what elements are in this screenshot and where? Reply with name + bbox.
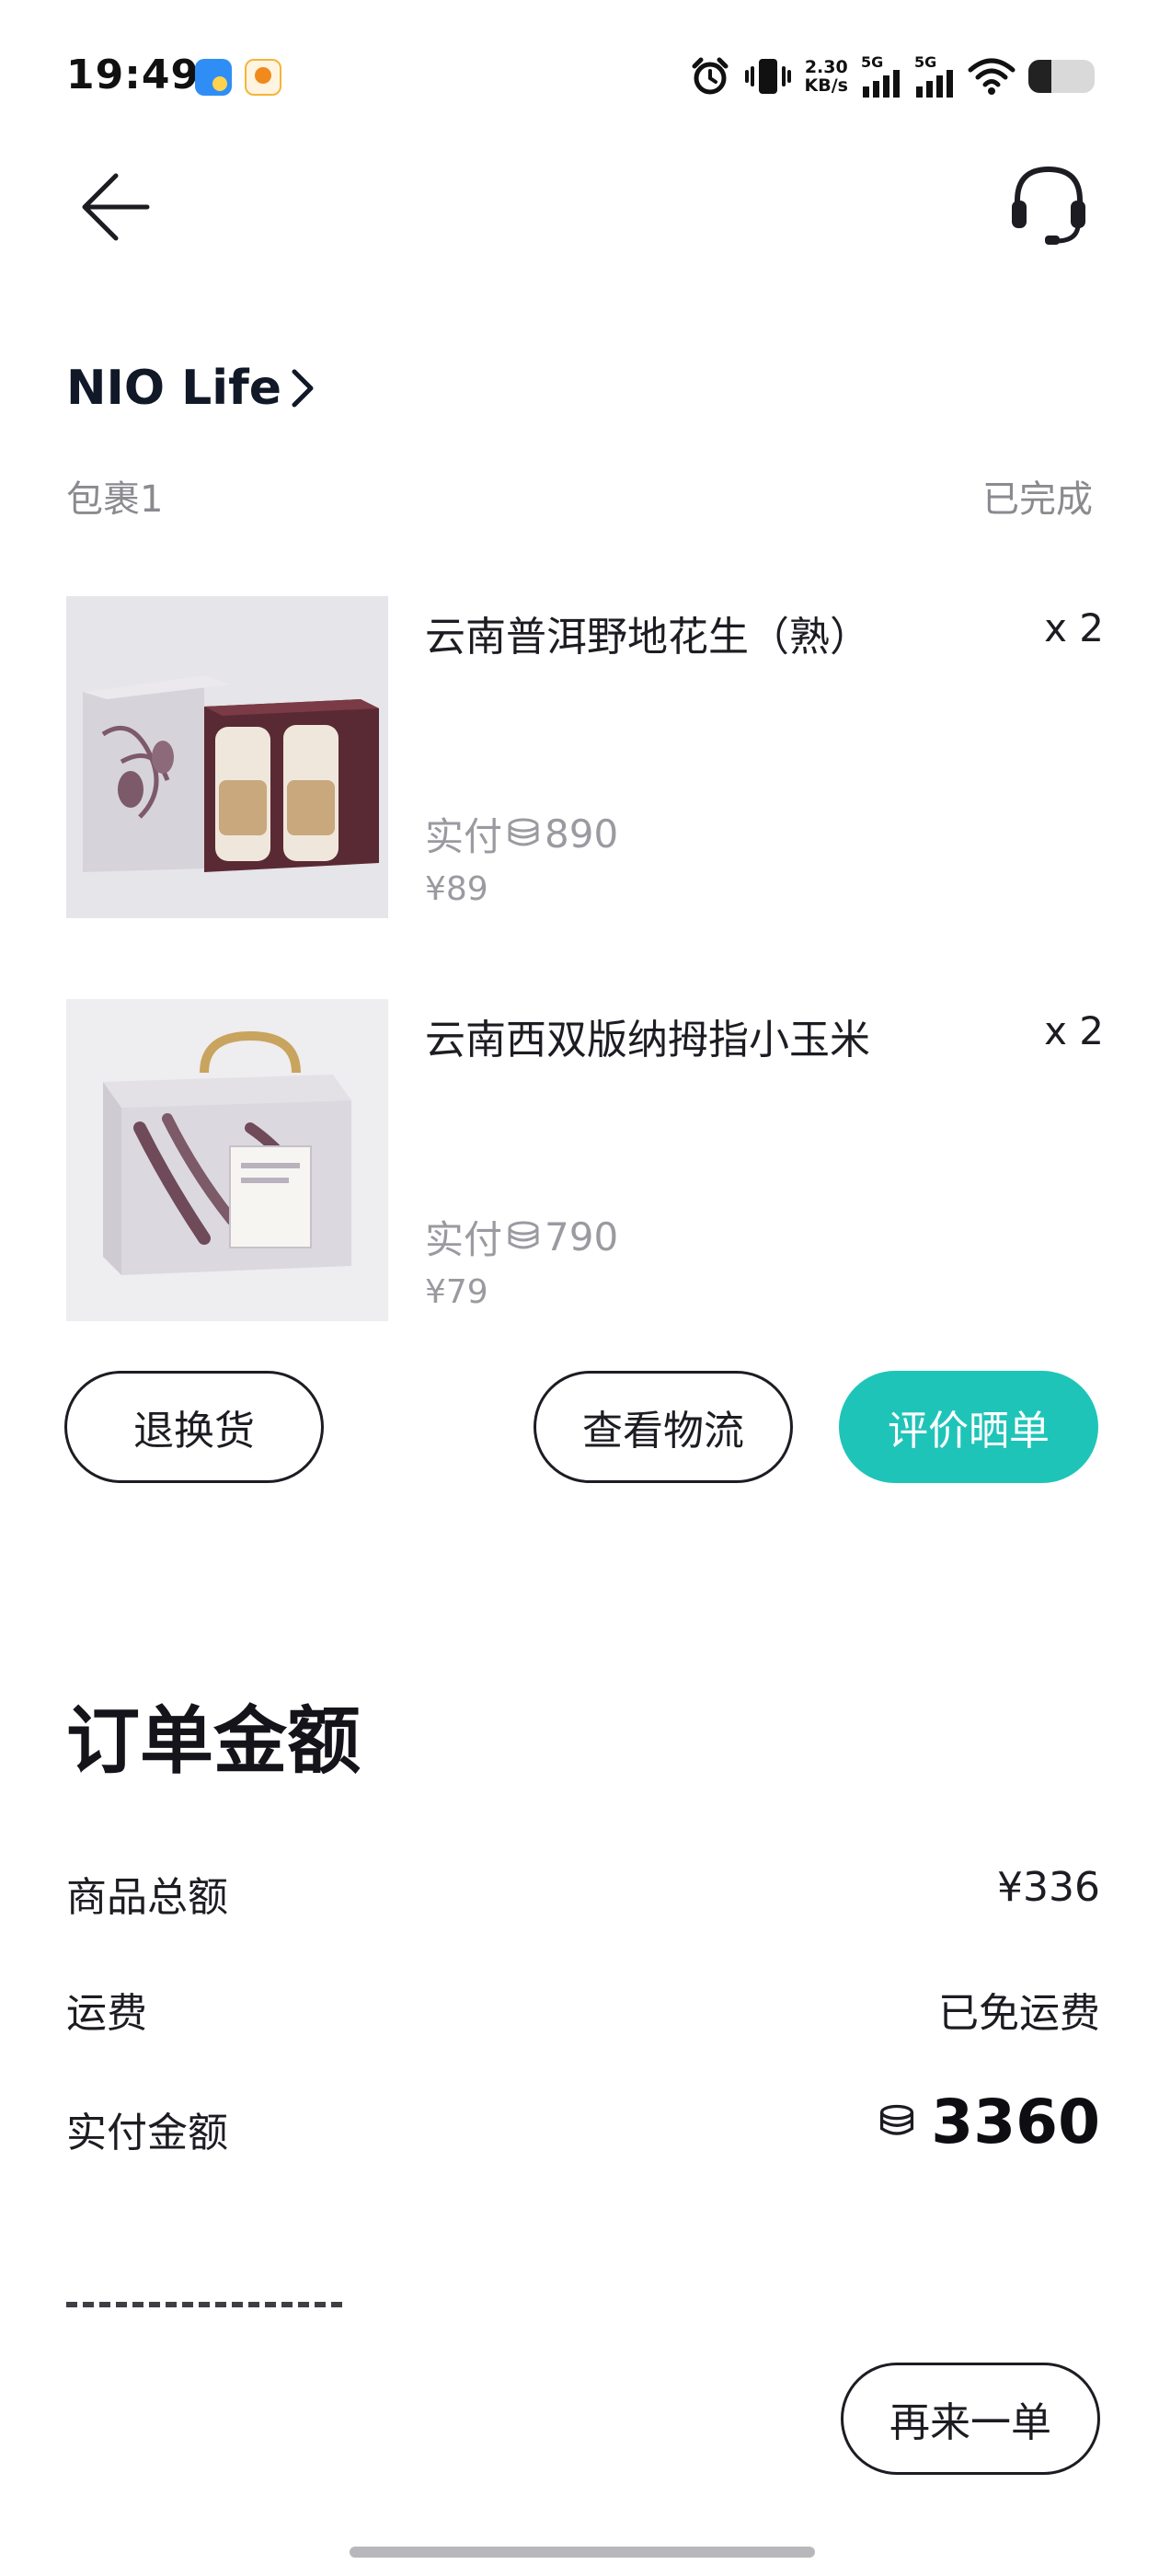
shipping-value: 已免运费: [938, 1990, 1100, 2037]
signal-1-label: 5G: [861, 53, 884, 71]
paid-label: 实付: [425, 814, 503, 859]
paid-points: 890: [545, 811, 619, 857]
shipping-row: 运费 已免运费: [66, 1971, 1100, 2037]
review-button[interactable]: 评价晒单: [839, 1371, 1098, 1483]
product-price: ¥79: [425, 1273, 488, 1311]
product-name: 云南西双版纳拇指小玉米: [425, 1017, 870, 1064]
view-logistics-button[interactable]: 查看物流: [534, 1371, 793, 1483]
product-item[interactable]: 云南普洱野地花生（熟） x 2 实付 890 ¥89: [66, 596, 1104, 918]
vibrate-icon: [744, 59, 791, 94]
alarm-icon: [692, 57, 729, 95]
package-label: 包裹1: [66, 478, 164, 521]
shipping-label: 运费: [66, 1990, 147, 2037]
signal-2-label: 5G: [914, 53, 937, 71]
customer-service-button[interactable]: [1004, 160, 1093, 248]
return-exchange-button[interactable]: 退换货: [64, 1371, 324, 1483]
signal-group: 5G: [861, 55, 901, 98]
product-paid: 实付 790: [425, 1209, 618, 1265]
wifi-icon: [968, 58, 1016, 95]
paid-amount-row: 实付金额 3360: [66, 2087, 1100, 2164]
store-link[interactable]: NIO Life: [66, 359, 316, 418]
product-quantity: x 2: [1044, 605, 1104, 650]
subtotal-label: 商品总额: [66, 1874, 228, 1921]
store-name: NIO Life: [66, 361, 282, 416]
app-notification-icon: [245, 59, 281, 96]
peanut-gift-box-image: [66, 596, 388, 918]
status-bar: 19:49 2.30 KB/s 5G 5G: [0, 0, 1159, 156]
paid-amount-value: 3360: [876, 2087, 1100, 2157]
paid-amount-label: 实付金额: [66, 2110, 228, 2156]
signal-group: 5G: [914, 55, 955, 98]
battery-level: [1028, 60, 1052, 93]
battery-icon: [1028, 60, 1095, 93]
subtotal-value: ¥336: [997, 1864, 1100, 1911]
order-detail-page: 19:49 2.30 KB/s 5G 5G NIO Life 包裹1 已完成 云…: [0, 0, 1159, 2576]
subtotal-row: 商品总额 ¥336: [66, 1855, 1100, 1921]
package-status: 已完成: [982, 478, 1093, 521]
app-notification-icon: [195, 59, 232, 96]
product-name: 云南普洱野地花生（熟）: [425, 614, 870, 661]
network-speed: 2.30 KB/s: [805, 58, 848, 95]
product-image: [66, 596, 388, 918]
network-speed-value: 2.30: [804, 57, 848, 77]
signal-bars-icon: [863, 70, 900, 98]
product-quantity: x 2: [1044, 1008, 1104, 1053]
reorder-button[interactable]: 再来一单: [841, 2363, 1100, 2475]
product-price: ¥89: [425, 870, 488, 908]
paid-label: 实付: [425, 1217, 503, 1262]
points-coin-icon: [508, 818, 539, 845]
paid-amount-number: 3360: [931, 2087, 1100, 2157]
product-image: [66, 999, 388, 1321]
corn-gift-box-image: [66, 999, 388, 1321]
paid-points: 790: [545, 1214, 619, 1259]
home-indicator[interactable]: [350, 2547, 815, 2558]
arrow-left-icon: [82, 173, 150, 241]
network-speed-unit: KB/s: [804, 75, 848, 96]
clipped-section-heading: [66, 2289, 361, 2326]
signal-bars-icon: [916, 70, 953, 98]
order-amount-title: 订单金额: [66, 1698, 361, 1784]
status-time: 19:49: [66, 52, 201, 98]
points-coin-icon: [880, 2104, 914, 2135]
back-button[interactable]: [74, 166, 156, 248]
points-coin-icon: [508, 1221, 539, 1248]
product-item[interactable]: 云南西双版纳拇指小玉米 x 2 实付 790 ¥79: [66, 999, 1104, 1321]
chevron-right-icon: [292, 369, 314, 408]
headset-icon: [1012, 166, 1085, 245]
status-indicators: 2.30 KB/s 5G 5G: [689, 52, 1095, 101]
product-paid: 实付 890: [425, 806, 618, 862]
